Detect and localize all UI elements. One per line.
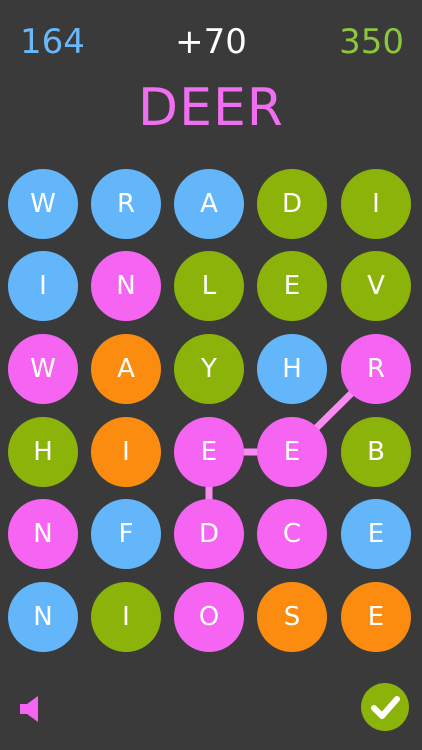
letter-tile[interactable]: E [341, 582, 411, 652]
letter-tile[interactable]: V [341, 251, 411, 321]
letter-tile[interactable]: R [91, 169, 161, 239]
letter-tile[interactable]: I [341, 169, 411, 239]
letter-tile[interactable]: E [257, 251, 327, 321]
letter-tile[interactable]: N [8, 582, 78, 652]
letter-tile[interactable]: I [91, 417, 161, 487]
letter-tile[interactable]: A [174, 169, 244, 239]
letter-tile[interactable]: D [174, 499, 244, 569]
letter-tile[interactable]: E [341, 499, 411, 569]
speaker-icon [20, 696, 38, 722]
letter-tile[interactable]: W [8, 169, 78, 239]
letter-tile[interactable]: I [8, 251, 78, 321]
sound-button[interactable] [18, 694, 48, 724]
letter-tile[interactable]: N [91, 251, 161, 321]
letter-tile[interactable]: N [8, 499, 78, 569]
letter-tile[interactable]: F [91, 499, 161, 569]
checkmark-icon [371, 696, 400, 719]
letter-tile[interactable]: S [257, 582, 327, 652]
letter-tile[interactable]: O [174, 582, 244, 652]
letter-tile[interactable]: R [341, 334, 411, 404]
letter-tile[interactable]: D [257, 169, 327, 239]
letter-tile[interactable]: H [8, 417, 78, 487]
letter-tile[interactable]: L [174, 251, 244, 321]
letter-tile[interactable]: Y [174, 334, 244, 404]
letter-tile[interactable]: E [174, 417, 244, 487]
letter-tile[interactable]: C [257, 499, 327, 569]
letter-tile[interactable]: W [8, 334, 78, 404]
submit-button[interactable] [361, 683, 409, 731]
letter-tile[interactable]: A [91, 334, 161, 404]
letter-tile[interactable]: E [257, 417, 327, 487]
letter-tile[interactable]: B [341, 417, 411, 487]
letter-tile[interactable]: I [91, 582, 161, 652]
letter-board: WRADIINLEVWAYHRHIEEBNFDCENIOSE [0, 0, 422, 750]
letter-tile[interactable]: H [257, 334, 327, 404]
